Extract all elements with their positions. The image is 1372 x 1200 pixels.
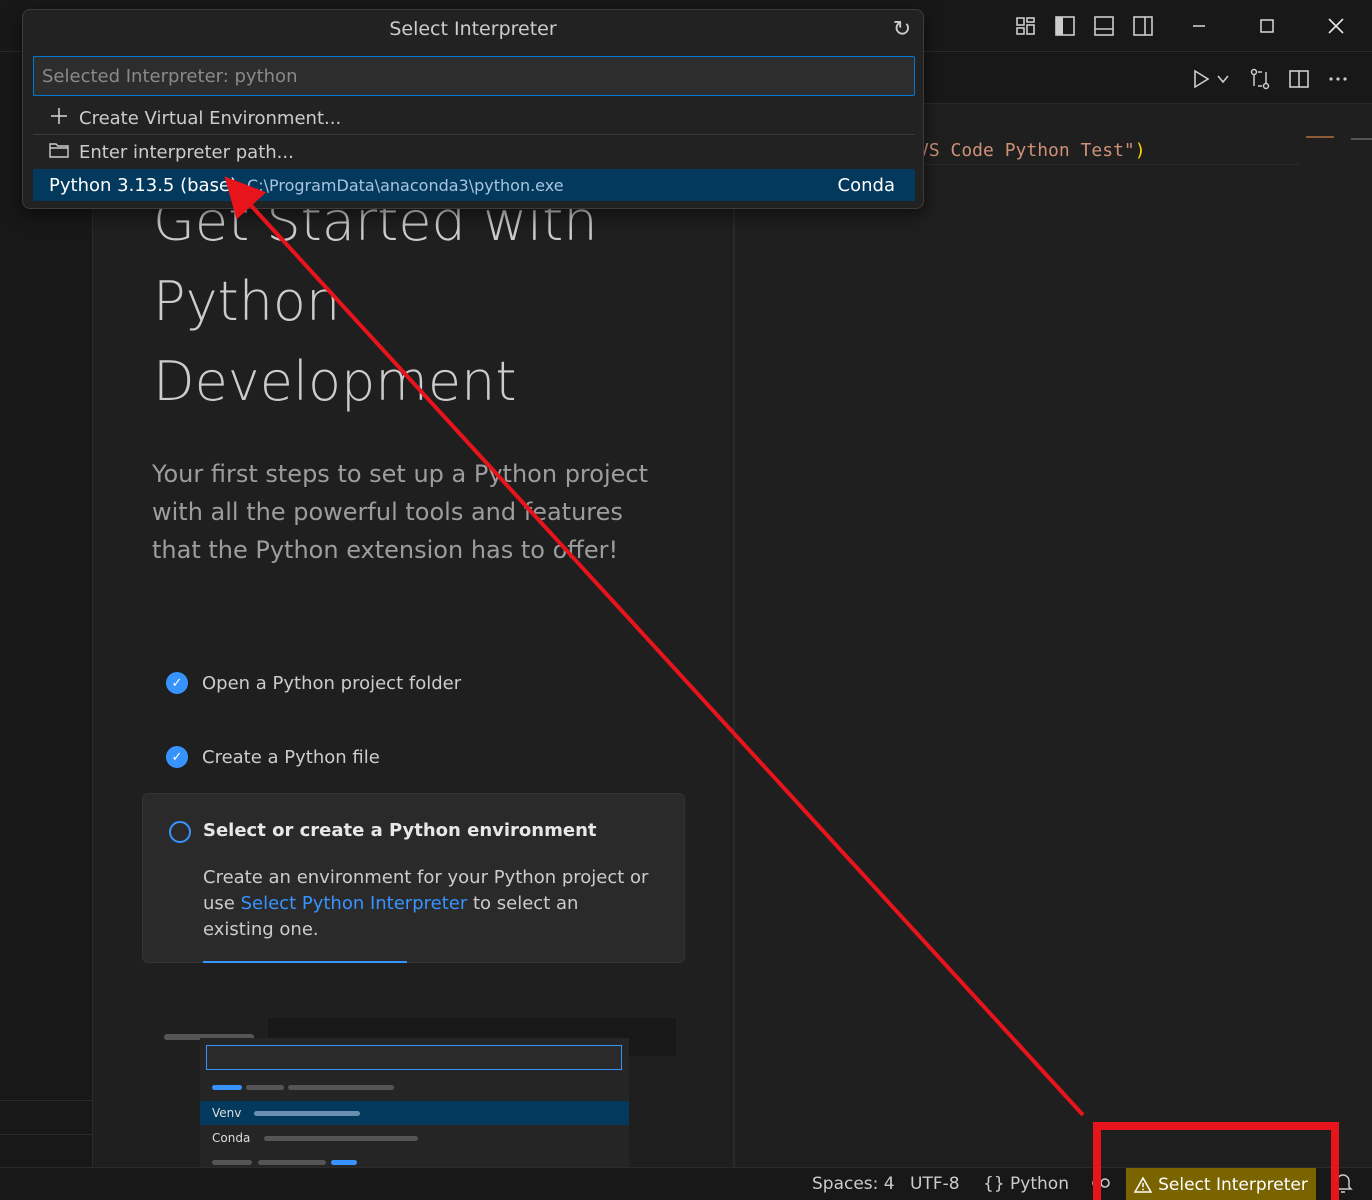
illustration-placeholder-bar	[254, 1111, 360, 1116]
illustration-placeholder-bar	[331, 1160, 357, 1165]
enter-interpreter-path-item[interactable]: Enter interpreter path...	[33, 136, 915, 168]
item-environment-type: Conda	[837, 174, 895, 196]
open-changes-icon[interactable]	[1247, 66, 1273, 92]
check-icon: ✓	[166, 672, 188, 694]
illustration-row-label: Venv	[212, 1106, 242, 1120]
warning-icon	[1134, 1175, 1153, 1193]
walkthrough-title: Get Started with Python Development	[153, 182, 673, 422]
title-line: Development	[153, 350, 517, 413]
notifications-bell-icon[interactable]	[1333, 1172, 1353, 1199]
step-create-file[interactable]: ✓ Create a Python file	[166, 746, 380, 768]
maximize-icon[interactable]	[1233, 0, 1301, 52]
vscode-window: Get Started with Python Development Your…	[0, 0, 1372, 1200]
select-python-interpreter-link[interactable]: Select Python Interpreter	[241, 893, 468, 914]
side-bar-divider	[0, 1100, 93, 1101]
side-bar-divider	[0, 1134, 93, 1135]
step-title: Select or create a Python environment	[203, 820, 597, 841]
chevron-down-icon[interactable]	[1213, 66, 1233, 92]
step-button-edge	[203, 961, 407, 963]
customize-layout-icon[interactable]	[1014, 14, 1038, 38]
subtitle-line: that the Python extension has to offer!	[152, 536, 619, 564]
quick-pick-separator	[33, 134, 915, 135]
create-virtual-environment-item[interactable]: Create Virtual Environment...	[33, 102, 915, 134]
plus-icon	[49, 107, 69, 130]
step-select-environment[interactable]: Select or create a Python environment Cr…	[142, 793, 685, 963]
item-label: Enter interpreter path...	[79, 141, 294, 163]
item-label: Create Virtual Environment...	[79, 107, 342, 129]
step-open-folder[interactable]: ✓ Open a Python project folder	[166, 672, 461, 694]
folder-icon	[49, 141, 69, 164]
illustration-row-label: Conda	[212, 1131, 251, 1145]
subtitle-line: with all the powerful tools and features	[152, 498, 623, 526]
select-interpreter-status[interactable]: Select Interpreter	[1126, 1168, 1316, 1200]
walkthrough-subtitle: Your first steps to set up a Python proj…	[152, 455, 672, 569]
illustration-row: Conda	[200, 1126, 629, 1150]
illustration-placeholder-bar	[288, 1085, 394, 1090]
illustration-placeholder-bar	[212, 1160, 252, 1165]
illustration-placeholder-bar	[246, 1085, 284, 1090]
step-label: Create a Python file	[202, 746, 380, 768]
title-line: Python	[153, 270, 341, 333]
language-mode-status[interactable]: {} Python	[983, 1174, 1069, 1194]
toggle-secondary-sidebar-icon[interactable]	[1131, 14, 1155, 38]
minimize-icon[interactable]	[1165, 0, 1233, 52]
minimap[interactable]	[1306, 136, 1334, 138]
illustration-placeholder-bar	[264, 1136, 418, 1141]
welcome-walkthrough: Get Started with Python Development Your…	[94, 52, 734, 1167]
toggle-panel-icon[interactable]	[1092, 14, 1116, 38]
code-string: VS Code Python Test"	[918, 140, 1135, 161]
braces-icon: {}	[983, 1174, 1005, 1194]
refresh-icon[interactable]: ↻	[889, 16, 915, 42]
illustration-placeholder-bar	[258, 1160, 326, 1165]
code-paren: )	[1134, 140, 1146, 161]
language-label: Python	[1010, 1174, 1069, 1194]
editor-scrollbar[interactable]	[1351, 138, 1372, 140]
select-interpreter-quick-pick: Select Interpreter ↻ Create Virtual Envi…	[22, 9, 924, 209]
quick-pick-title: Select Interpreter	[389, 18, 557, 40]
editor-group-divider[interactable]	[733, 104, 735, 1167]
copilot-icon[interactable]	[1090, 1172, 1112, 1199]
side-bar	[0, 52, 93, 1167]
item-path: C:\ProgramData\anaconda3\python.exe	[247, 175, 564, 195]
check-icon: ✓	[166, 746, 188, 768]
indentation-status[interactable]: Spaces: 4	[812, 1174, 895, 1194]
illustration-placeholder-bar	[212, 1085, 242, 1090]
subtitle-line: Your first steps to set up a Python proj…	[152, 460, 648, 488]
close-icon[interactable]	[1302, 0, 1370, 52]
select-interpreter-label: Select Interpreter	[1158, 1174, 1308, 1195]
code-line[interactable]: VS Code Python Test")	[918, 140, 1146, 161]
interpreter-search-input[interactable]	[33, 56, 915, 96]
step-label: Open a Python project folder	[202, 672, 462, 694]
current-line-highlight	[918, 164, 1300, 165]
run-python-file-icon[interactable]	[1188, 66, 1214, 92]
item-label: Python 3.13.5 (base)	[49, 174, 238, 196]
split-editor-icon[interactable]	[1286, 66, 1312, 92]
python-interpreter-item[interactable]: Python 3.13.5 (base) C:\ProgramData\anac…	[33, 169, 915, 201]
more-actions-icon[interactable]	[1325, 66, 1351, 92]
status-bar: Spaces: 4 UTF-8 {} Python Select Interpr…	[0, 1167, 1372, 1200]
step-description: Create an environment for your Python pr…	[203, 865, 653, 943]
illustration-input	[206, 1045, 622, 1070]
illustration-row: Venv	[200, 1101, 629, 1125]
toggle-primary-sidebar-icon[interactable]	[1053, 14, 1077, 38]
illustration-quick-pick: Venv Conda	[200, 1038, 629, 1167]
step-incomplete-icon	[169, 821, 191, 843]
encoding-status[interactable]: UTF-8	[910, 1174, 960, 1194]
